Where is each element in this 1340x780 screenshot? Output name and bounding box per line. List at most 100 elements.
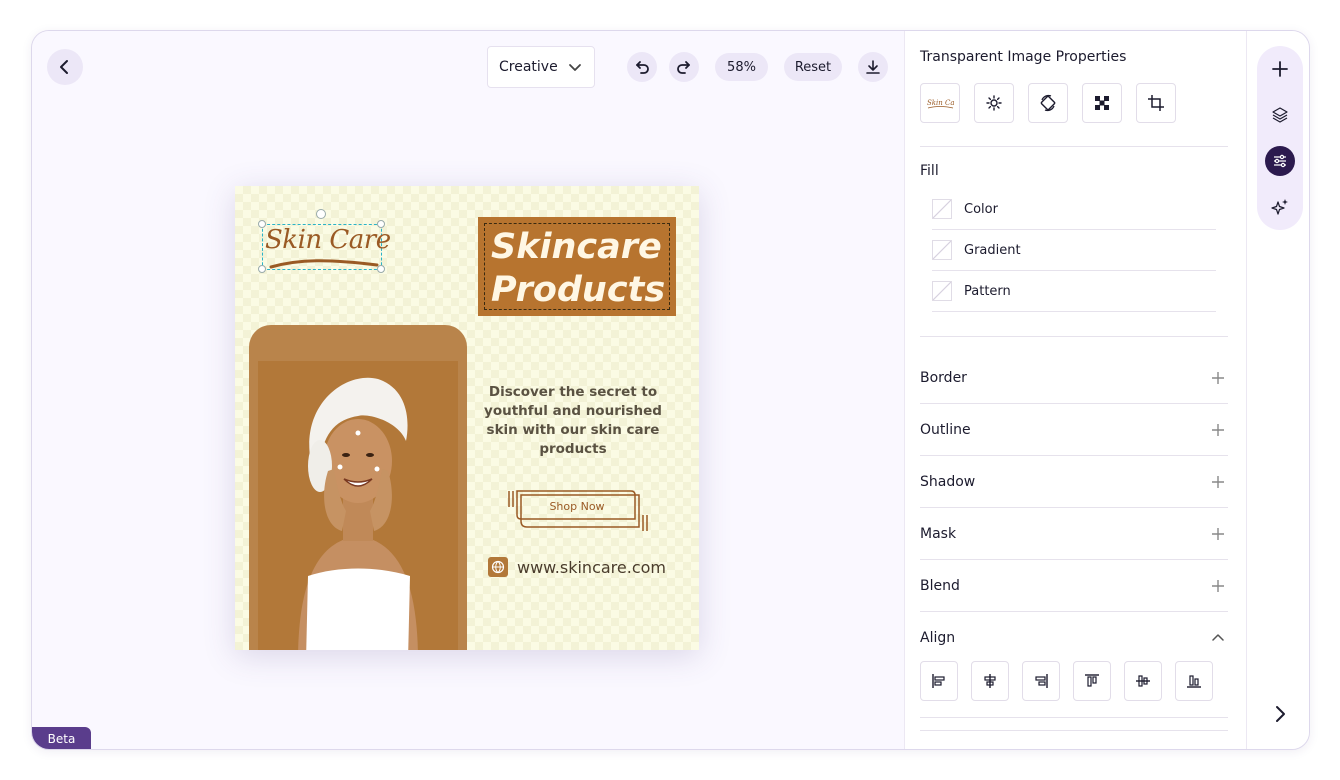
fill-option-label: Color — [964, 201, 998, 217]
section-label: Shadow — [920, 473, 976, 490]
plus-icon[interactable] — [1211, 475, 1225, 489]
flip-button[interactable] — [1028, 83, 1068, 123]
ai-magic-button[interactable] — [1265, 192, 1295, 222]
section-label: Mask — [920, 525, 957, 542]
align-left-icon — [932, 674, 945, 688]
zoom-level[interactable]: 58% — [715, 53, 768, 81]
right-rail — [1246, 31, 1309, 749]
align-left-button[interactable] — [920, 661, 958, 701]
shop-now-button[interactable]: Shop Now — [507, 489, 649, 533]
section-label: Outline — [920, 421, 971, 438]
align-top-button[interactable] — [1073, 661, 1111, 701]
align-right-icon — [1035, 674, 1048, 688]
design-canvas[interactable]: Skin Care Skincare Products Discover the… — [235, 186, 699, 650]
reset-button[interactable]: Reset — [784, 53, 842, 81]
logo-text: Skin Care — [265, 225, 391, 255]
section-label: Blend — [920, 577, 960, 594]
plus-icon[interactable] — [1211, 527, 1225, 541]
fill-option-label: Pattern — [964, 283, 1011, 299]
beta-badge: Beta — [32, 727, 91, 749]
redo-button[interactable] — [669, 52, 699, 82]
section-label: Border — [920, 369, 967, 386]
logo-swoosh — [269, 259, 379, 269]
app-window: Creative 58% Reset Skin Care Skincare Pr… — [31, 30, 1310, 750]
website-text: www.skincare.com — [517, 557, 666, 577]
undo-button[interactable] — [627, 52, 657, 82]
chevron-up-icon[interactable] — [1211, 631, 1225, 645]
fill-option-color[interactable]: Color — [932, 189, 1216, 230]
align-middle-icon — [1136, 675, 1150, 687]
plus-icon[interactable] — [1211, 371, 1225, 385]
properties-panel: Transparent Image Properties Skin Care F… — [904, 31, 1246, 749]
chevron-down-icon — [569, 64, 581, 71]
rotate-handle[interactable] — [316, 209, 326, 219]
download-button[interactable] — [858, 52, 888, 82]
color-swatch-icon — [932, 199, 952, 219]
section-align[interactable]: Align — [920, 612, 1228, 664]
title-line-2: Products — [491, 270, 666, 310]
align-middle-button[interactable] — [1124, 661, 1162, 701]
divider — [920, 146, 1228, 147]
image-thumbnail-button[interactable]: Skin Care — [920, 83, 960, 123]
selected-logo-image[interactable]: Skin Care — [262, 224, 391, 270]
divider — [920, 730, 1228, 731]
section-shadow[interactable]: Shadow — [920, 456, 1228, 508]
layers-button[interactable] — [1265, 100, 1295, 130]
chevron-right-icon — [1276, 706, 1285, 722]
redo-icon — [677, 61, 690, 74]
photo-frame[interactable] — [249, 325, 467, 650]
properties-button[interactable] — [1265, 146, 1295, 176]
fill-option-gradient[interactable]: Gradient — [932, 230, 1216, 271]
tagline-text[interactable]: Discover the secret to youthful and nour… — [483, 383, 663, 459]
resize-handle-bl[interactable] — [258, 265, 266, 273]
align-bottom-button[interactable] — [1175, 661, 1213, 701]
panel-title: Transparent Image Properties — [920, 49, 1127, 65]
section-mask[interactable]: Mask — [920, 508, 1228, 560]
globe-icon — [488, 557, 508, 577]
resize-handle-tl[interactable] — [258, 220, 266, 228]
rail-tools — [1257, 46, 1303, 230]
gradient-swatch-icon — [932, 240, 952, 260]
plus-icon[interactable] — [1211, 579, 1225, 593]
checkerboard-icon — [1095, 96, 1109, 110]
resize-handle-br[interactable] — [377, 265, 385, 273]
brightness-button[interactable] — [974, 83, 1014, 123]
fill-option-pattern[interactable]: Pattern — [932, 271, 1216, 312]
back-button[interactable] — [47, 49, 83, 85]
crop-button[interactable] — [1136, 83, 1176, 123]
section-blend[interactable]: Blend — [920, 560, 1228, 612]
sparkle-icon — [1271, 199, 1288, 215]
model-photo — [258, 361, 458, 650]
website-row[interactable]: www.skincare.com — [488, 557, 666, 577]
canvas-workspace: Creative 58% Reset Skin Care Skincare Pr… — [32, 31, 904, 749]
align-center-button[interactable] — [971, 661, 1009, 701]
logo-thumbnail-icon: Skin Care — [927, 99, 955, 109]
sliders-icon — [1274, 154, 1286, 168]
plus-icon — [1272, 61, 1288, 77]
mode-dropdown[interactable]: Creative — [487, 46, 595, 88]
section-outline[interactable]: Outline — [920, 404, 1228, 456]
title-border: Skincare Products — [484, 223, 670, 310]
collapse-panel-button[interactable] — [1269, 703, 1291, 725]
mode-dropdown-value: Creative — [499, 59, 558, 75]
align-center-icon — [984, 674, 996, 688]
section-border[interactable]: Border — [920, 352, 1228, 404]
title-box[interactable]: Skincare Products — [478, 217, 676, 316]
flip-icon — [1040, 94, 1056, 112]
model-illustration — [298, 377, 418, 650]
svg-text:Skin Care: Skin Care — [927, 99, 955, 107]
title-line-1: Skincare — [491, 227, 662, 267]
plus-icon[interactable] — [1211, 423, 1225, 437]
pattern-swatch-icon — [932, 281, 952, 301]
fill-label: Fill — [920, 163, 939, 179]
divider — [920, 336, 1228, 337]
layers-icon — [1272, 107, 1288, 123]
crop-icon — [1148, 95, 1164, 111]
transparency-button[interactable] — [1082, 83, 1122, 123]
add-button[interactable] — [1265, 54, 1295, 84]
resize-handle-tr[interactable] — [377, 220, 385, 228]
align-bottom-icon — [1187, 675, 1201, 688]
brightness-icon — [986, 95, 1002, 111]
align-top-icon — [1085, 674, 1099, 687]
align-right-button[interactable] — [1022, 661, 1060, 701]
